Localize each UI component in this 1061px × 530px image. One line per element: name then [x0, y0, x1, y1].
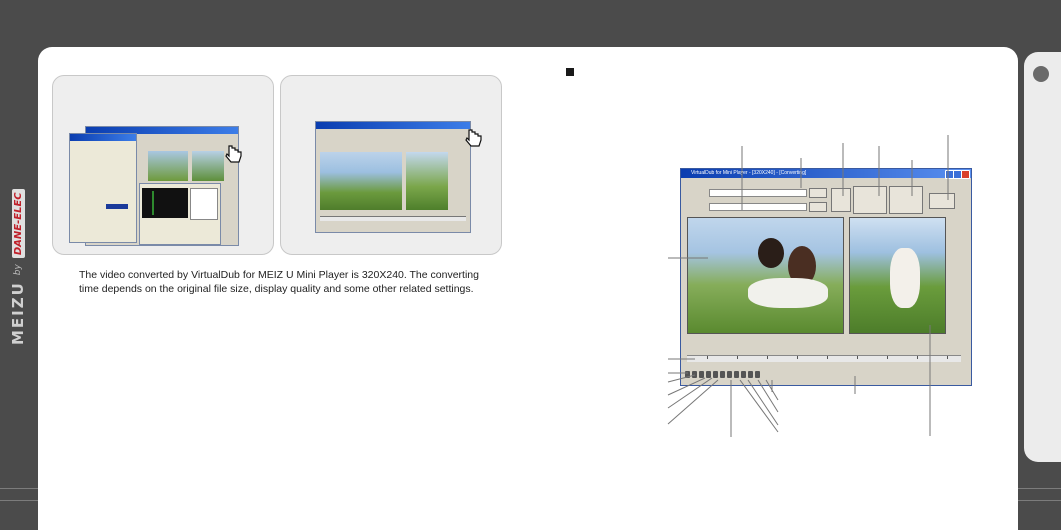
gutter-rule	[0, 500, 38, 501]
play-icon[interactable]	[692, 371, 697, 378]
square-bullet-icon	[566, 68, 574, 76]
brand-by: by	[13, 264, 23, 276]
key-prev-icon[interactable]	[734, 371, 739, 378]
preview-background	[688, 218, 843, 333]
timeline-tick	[737, 356, 738, 359]
mark-out-icon[interactable]	[755, 371, 760, 378]
quality-group[interactable]	[853, 186, 887, 214]
timeline-tick	[767, 356, 768, 359]
mode-group[interactable]	[889, 186, 923, 214]
video-frame-right	[406, 152, 448, 210]
settings-dialog	[69, 133, 137, 243]
input-file-field[interactable]	[709, 189, 807, 197]
timeline-slider[interactable]	[687, 355, 961, 362]
app-title: VirtualDub for Mini Player - [320X240] -…	[691, 170, 807, 176]
playback-controls	[685, 371, 760, 379]
pointer-hand-icon	[465, 129, 482, 147]
caption-text: The video converted by VirtualDub for ME…	[79, 268, 519, 296]
log-view	[142, 188, 188, 218]
step-back-icon[interactable]	[713, 371, 718, 378]
video-frame-left	[320, 152, 402, 210]
progress-bar	[106, 204, 128, 209]
add-file-button[interactable]	[831, 188, 851, 212]
player-window	[315, 121, 471, 233]
clothing-shape	[748, 278, 828, 308]
partner-logo: DANE-ELEC	[11, 189, 25, 259]
page-side-tab	[1024, 52, 1061, 462]
info-panel	[190, 188, 218, 220]
log-marker	[152, 191, 154, 215]
rewind-icon[interactable]	[706, 371, 711, 378]
person-figure	[758, 238, 784, 268]
window-titlebar	[316, 122, 470, 129]
gutter-rule	[1018, 488, 1061, 489]
dialog-titlebar	[70, 134, 136, 141]
pointer-hand-icon	[225, 145, 242, 163]
source-preview	[687, 217, 844, 334]
timeline	[320, 216, 466, 221]
stop-icon[interactable]	[685, 371, 690, 378]
output-file-field[interactable]	[709, 203, 807, 211]
video-thumbnail	[148, 151, 188, 181]
timeline-tick	[797, 356, 798, 359]
caption-line-2: time depends on the original file size, …	[79, 283, 474, 295]
convert-button[interactable]	[929, 193, 955, 209]
browse-output-button[interactable]	[809, 202, 827, 212]
caption-line-1: The video converted by VirtualDub for ME…	[79, 269, 479, 281]
tab-dot-icon	[1033, 66, 1049, 82]
timeline-tick	[827, 356, 828, 359]
output-preview	[849, 217, 946, 334]
gutter-rule	[1018, 500, 1061, 501]
timeline-tick	[917, 356, 918, 359]
person-figure	[890, 248, 920, 308]
fast-forward-icon[interactable]	[727, 371, 732, 378]
screenshot-panel-1	[52, 75, 274, 255]
status-window	[139, 183, 221, 245]
mark-in-icon[interactable]	[748, 371, 753, 378]
timeline-tick	[887, 356, 888, 359]
timeline-tick	[857, 356, 858, 359]
timeline-tick	[707, 356, 708, 359]
close-icon[interactable]	[961, 170, 970, 179]
annotated-app-window: VirtualDub for Mini Player - [320X240] -…	[680, 168, 972, 386]
gutter-rule	[0, 488, 38, 489]
browse-input-button[interactable]	[809, 188, 827, 198]
play-output-icon[interactable]	[699, 371, 704, 378]
brand-logo: MEIZU by DANE-ELEC	[8, 165, 28, 345]
video-thumbnail	[192, 151, 224, 181]
step-forward-icon[interactable]	[720, 371, 725, 378]
brand-name: MEIZU	[9, 281, 27, 345]
timeline-tick	[947, 356, 948, 359]
key-next-icon[interactable]	[741, 371, 746, 378]
screenshot-panel-2	[280, 75, 502, 255]
app-titlebar: VirtualDub for Mini Player - [320X240] -…	[681, 169, 971, 179]
